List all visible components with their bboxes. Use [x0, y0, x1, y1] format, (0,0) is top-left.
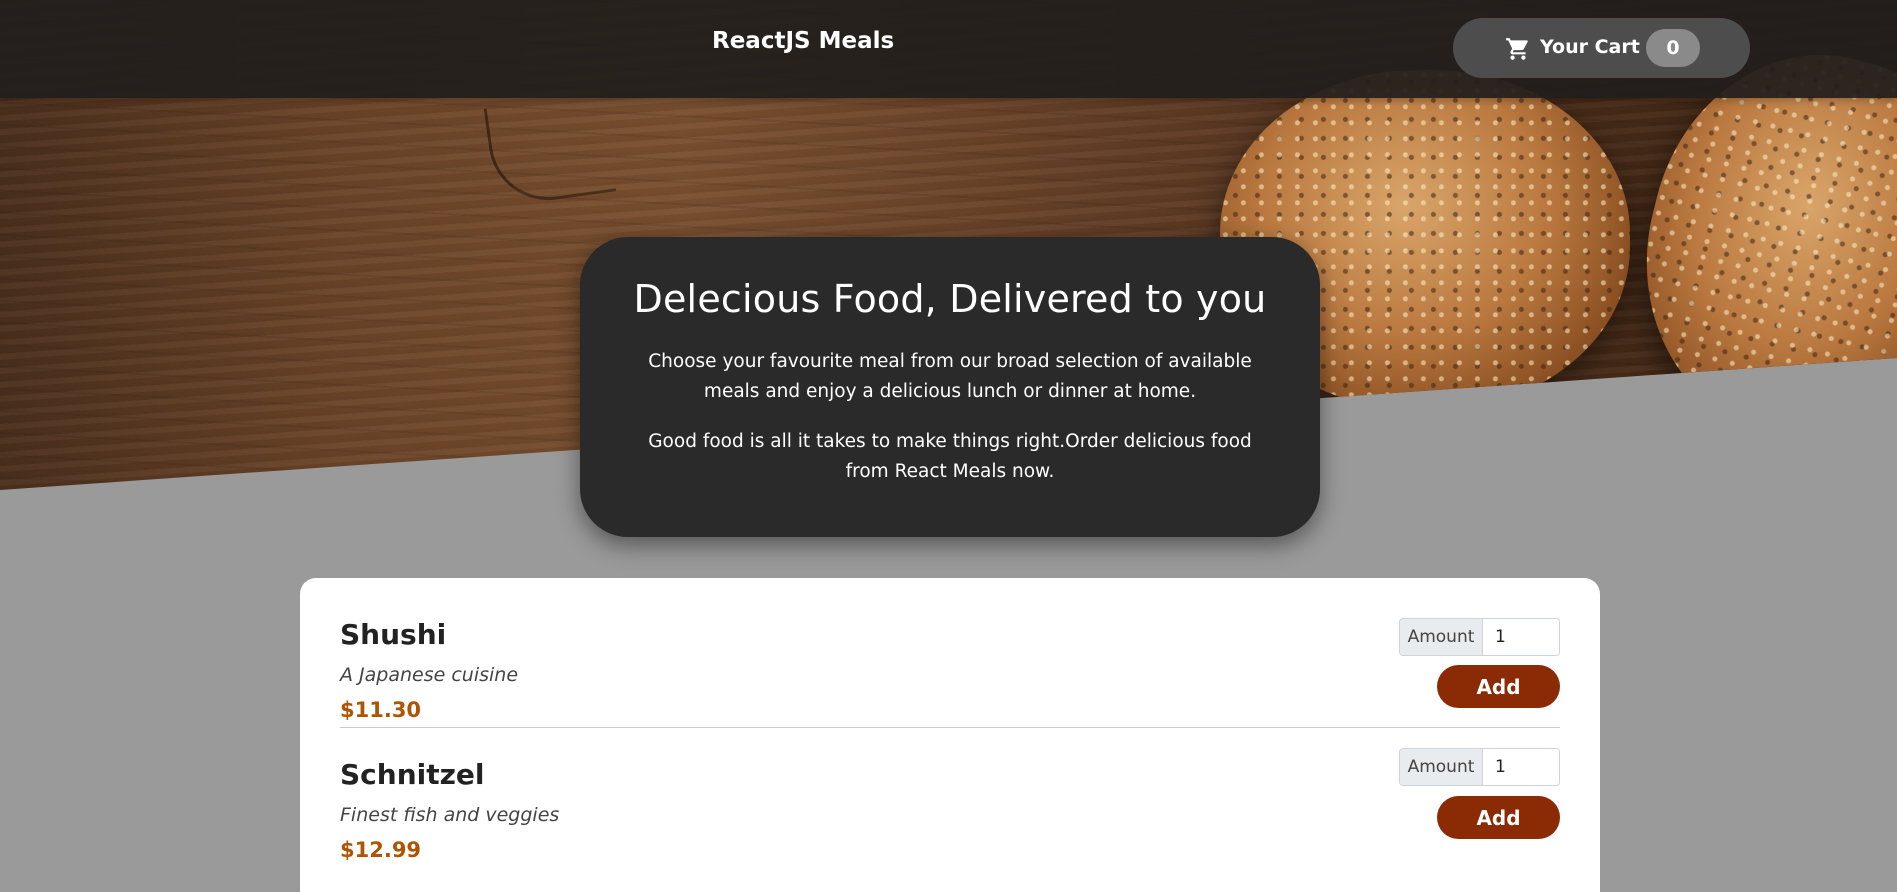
summary-title: Delecious Food, Delivered to you: [633, 277, 1267, 321]
meal-description: Finest fish and veggies: [340, 804, 560, 826]
add-button[interactable]: Add: [1437, 796, 1560, 839]
meals-summary-card: Delecious Food, Delivered to you Choose …: [580, 237, 1320, 537]
meal-name: Shushi: [340, 618, 447, 651]
amount-input-group: Amount: [1399, 748, 1560, 786]
meal-price: $11.30: [340, 698, 422, 722]
meal-name: Schnitzel: [340, 758, 485, 791]
cart-count-badge: 0: [1646, 29, 1700, 67]
amount-input-group: Amount: [1399, 618, 1560, 656]
app-header: ReactJS Meals Your Cart 0: [0, 0, 1897, 98]
meal-description: A Japanese cuisine: [340, 664, 519, 686]
meal-item: Schnitzel Finest fish and veggies $12.99…: [340, 728, 1560, 878]
meal-price: $12.99: [340, 838, 422, 862]
amount-label: Amount: [1400, 749, 1483, 785]
amount-input[interactable]: [1483, 619, 1559, 655]
summary-paragraph-1: Choose your favourite meal from our broa…: [648, 351, 1252, 402]
cart-icon: [1506, 38, 1528, 60]
cart-button[interactable]: Your Cart 0: [1453, 18, 1750, 78]
meals-list: Shushi A Japanese cuisine $11.30 Amount …: [300, 578, 1600, 892]
cart-label: Your Cart: [1540, 36, 1640, 58]
summary-paragraph-2: Good food is all it takes to make things…: [648, 431, 1252, 482]
meal-item: Shushi A Japanese cuisine $11.30 Amount …: [340, 578, 1560, 728]
add-button[interactable]: Add: [1437, 665, 1560, 708]
amount-label: Amount: [1400, 619, 1483, 655]
brand-title: ReactJS Meals: [712, 28, 895, 54]
amount-input[interactable]: [1483, 749, 1559, 785]
